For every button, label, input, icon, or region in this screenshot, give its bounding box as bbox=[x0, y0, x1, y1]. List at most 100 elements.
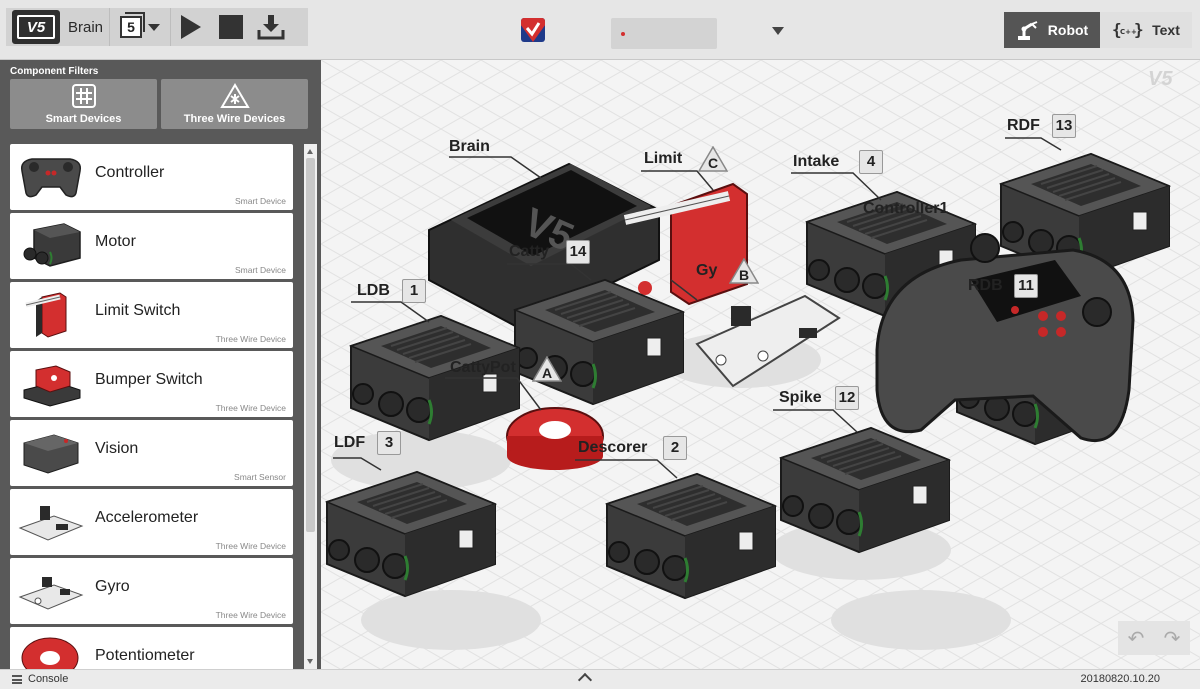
component-name: Bumper Switch bbox=[95, 371, 203, 388]
stop-button[interactable] bbox=[211, 8, 251, 46]
accelerometer-icon bbox=[18, 506, 84, 541]
component-name: Potentiometer bbox=[95, 647, 195, 664]
brain-selector-button[interactable]: V5 Brain bbox=[6, 8, 109, 46]
scroll-up-arrow-icon[interactable] bbox=[307, 149, 313, 154]
component-list: Controller Smart Device Motor Smart Devi… bbox=[10, 144, 293, 669]
component-list-scrollbar[interactable] bbox=[304, 144, 317, 669]
text-mode-button[interactable]: { } C++ Text bbox=[1100, 12, 1192, 48]
port-badge: 12 bbox=[835, 386, 859, 410]
component-name: Controller bbox=[95, 164, 165, 181]
unsaved-indicator bbox=[621, 32, 625, 36]
component-item-gyro[interactable]: Gyro Three Wire Device bbox=[10, 558, 293, 624]
component-name: Accelerometer bbox=[95, 509, 199, 526]
limit-switch-icon bbox=[25, 292, 67, 338]
component-name: Gyro bbox=[95, 578, 130, 595]
brain-toolbar: V5 Brain 5 bbox=[6, 8, 308, 46]
chevron-up-icon[interactable] bbox=[577, 672, 593, 688]
component-name: Limit Switch bbox=[95, 302, 181, 319]
motor-icon bbox=[23, 223, 81, 267]
download-button[interactable] bbox=[251, 8, 291, 46]
device-label-gy[interactable]: Gy bbox=[696, 262, 717, 280]
device-label-catty-pot[interactable]: CattyPot bbox=[450, 359, 516, 377]
device-label-rdb[interactable]: RDB bbox=[968, 277, 1003, 295]
top-toolbar: V5 Brain 5 Robot {} C++ Text bbox=[0, 0, 1200, 60]
v5-brain-icon: V5 bbox=[12, 10, 60, 44]
undo-redo-controls: ↶ ↷ bbox=[1118, 621, 1190, 655]
vexcode-logo bbox=[521, 18, 545, 42]
component-sidebar: Component Filters Smart Devices Three Wi… bbox=[0, 60, 321, 669]
scrollbar-thumb[interactable] bbox=[306, 158, 315, 532]
text-mode-label: Text bbox=[1152, 22, 1180, 38]
v5-watermark-icon: V5 bbox=[1148, 68, 1173, 90]
console-label: Console bbox=[28, 673, 69, 685]
brain-label: Brain bbox=[68, 18, 104, 36]
component-type: Smart Device bbox=[234, 196, 286, 206]
port-badge: 13 bbox=[1052, 114, 1076, 138]
component-item-motor[interactable]: Motor Smart Device bbox=[10, 213, 293, 279]
device-label-limit[interactable]: Limit bbox=[644, 150, 682, 168]
scroll-down-arrow-icon[interactable] bbox=[307, 659, 313, 664]
grid-icon bbox=[71, 84, 96, 108]
port-badge: 1 bbox=[402, 279, 426, 303]
component-type: Three Wire Device bbox=[215, 541, 286, 551]
play-icon bbox=[181, 15, 202, 39]
three-wire-label: Three Wire Devices bbox=[183, 113, 286, 125]
component-item-potentiometer[interactable]: Potentiometer bbox=[10, 627, 293, 669]
robot-mode-button[interactable]: Robot bbox=[1004, 12, 1100, 48]
three-wire-filter-button[interactable]: Three Wire Devices bbox=[161, 79, 308, 129]
device-label-descorer[interactable]: Descorer bbox=[578, 439, 647, 457]
svg-text:A: A bbox=[542, 365, 552, 381]
smart-devices-label: Smart Devices bbox=[45, 113, 122, 125]
component-type: Three Wire Device bbox=[215, 334, 286, 344]
component-item-vision[interactable]: Vision Smart Sensor bbox=[10, 420, 293, 486]
device-label-ldb[interactable]: LDB bbox=[357, 282, 390, 300]
device-label-rdf[interactable]: RDF bbox=[1007, 117, 1040, 135]
console-button[interactable]: Console bbox=[12, 673, 68, 685]
robot-mode-label: Robot bbox=[1047, 22, 1089, 38]
status-bar: Console 20180820.10.20 bbox=[0, 669, 1200, 689]
port-triangle-b: B bbox=[729, 258, 759, 284]
redo-icon[interactable]: ↷ bbox=[1164, 626, 1181, 651]
slot-selector-button[interactable]: 5 bbox=[110, 8, 170, 46]
robot-configuration-canvas[interactable]: V5 Brain Limit C Intake 4 RDF 13 Control… bbox=[321, 60, 1200, 669]
vision-icon bbox=[23, 434, 79, 474]
cpp-braces-icon: { } C++ bbox=[1112, 20, 1144, 39]
controller-icon bbox=[20, 158, 82, 198]
version-label: 20180820.10.20 bbox=[1080, 673, 1160, 685]
chevron-down-icon bbox=[148, 23, 161, 31]
device-label-ldf[interactable]: LDF bbox=[334, 434, 365, 452]
project-menu-caret-icon[interactable] bbox=[772, 27, 784, 35]
device-label-brain[interactable]: Brain bbox=[449, 138, 490, 156]
device-label-intake[interactable]: Intake bbox=[793, 153, 839, 171]
svg-text:C: C bbox=[708, 155, 718, 171]
slot-icon: 5 bbox=[120, 12, 146, 38]
device-label-catty[interactable]: Catty bbox=[509, 243, 549, 261]
port-triangle-c: C bbox=[698, 146, 728, 172]
asterisk-triangle-icon bbox=[219, 83, 250, 108]
smart-devices-filter-button[interactable]: Smart Devices bbox=[10, 79, 157, 129]
project-name-field[interactable] bbox=[611, 18, 717, 49]
component-item-controller[interactable]: Controller Smart Device bbox=[10, 144, 293, 210]
component-item-limit-switch[interactable]: Limit Switch Three Wire Device bbox=[10, 282, 293, 348]
play-button[interactable] bbox=[171, 8, 211, 46]
component-type: Three Wire Device bbox=[215, 610, 286, 620]
port-badge: 14 bbox=[566, 240, 590, 264]
component-item-bumper-switch[interactable]: Bumper Switch Three Wire Device bbox=[10, 351, 293, 417]
port-badge: 4 bbox=[859, 150, 883, 174]
undo-icon[interactable]: ↶ bbox=[1128, 626, 1145, 651]
stop-icon bbox=[219, 15, 244, 39]
bumper-switch-icon bbox=[23, 365, 81, 407]
device-label-spike[interactable]: Spike bbox=[779, 389, 822, 407]
svg-text:C++: C++ bbox=[1120, 28, 1137, 36]
port-triangle-a: A bbox=[532, 356, 562, 382]
gyro-icon bbox=[18, 577, 84, 610]
component-item-accelerometer[interactable]: Accelerometer Three Wire Device bbox=[10, 489, 293, 555]
potentiometer-icon bbox=[21, 637, 79, 669]
device-label-controller1[interactable]: Controller1 bbox=[863, 200, 948, 218]
port-badge: 2 bbox=[663, 436, 687, 460]
component-name: Motor bbox=[95, 233, 136, 250]
component-type: Three Wire Device bbox=[215, 403, 286, 413]
component-name: Vision bbox=[95, 440, 139, 457]
component-type: Smart Device bbox=[234, 265, 286, 275]
svg-text:B: B bbox=[739, 267, 749, 283]
